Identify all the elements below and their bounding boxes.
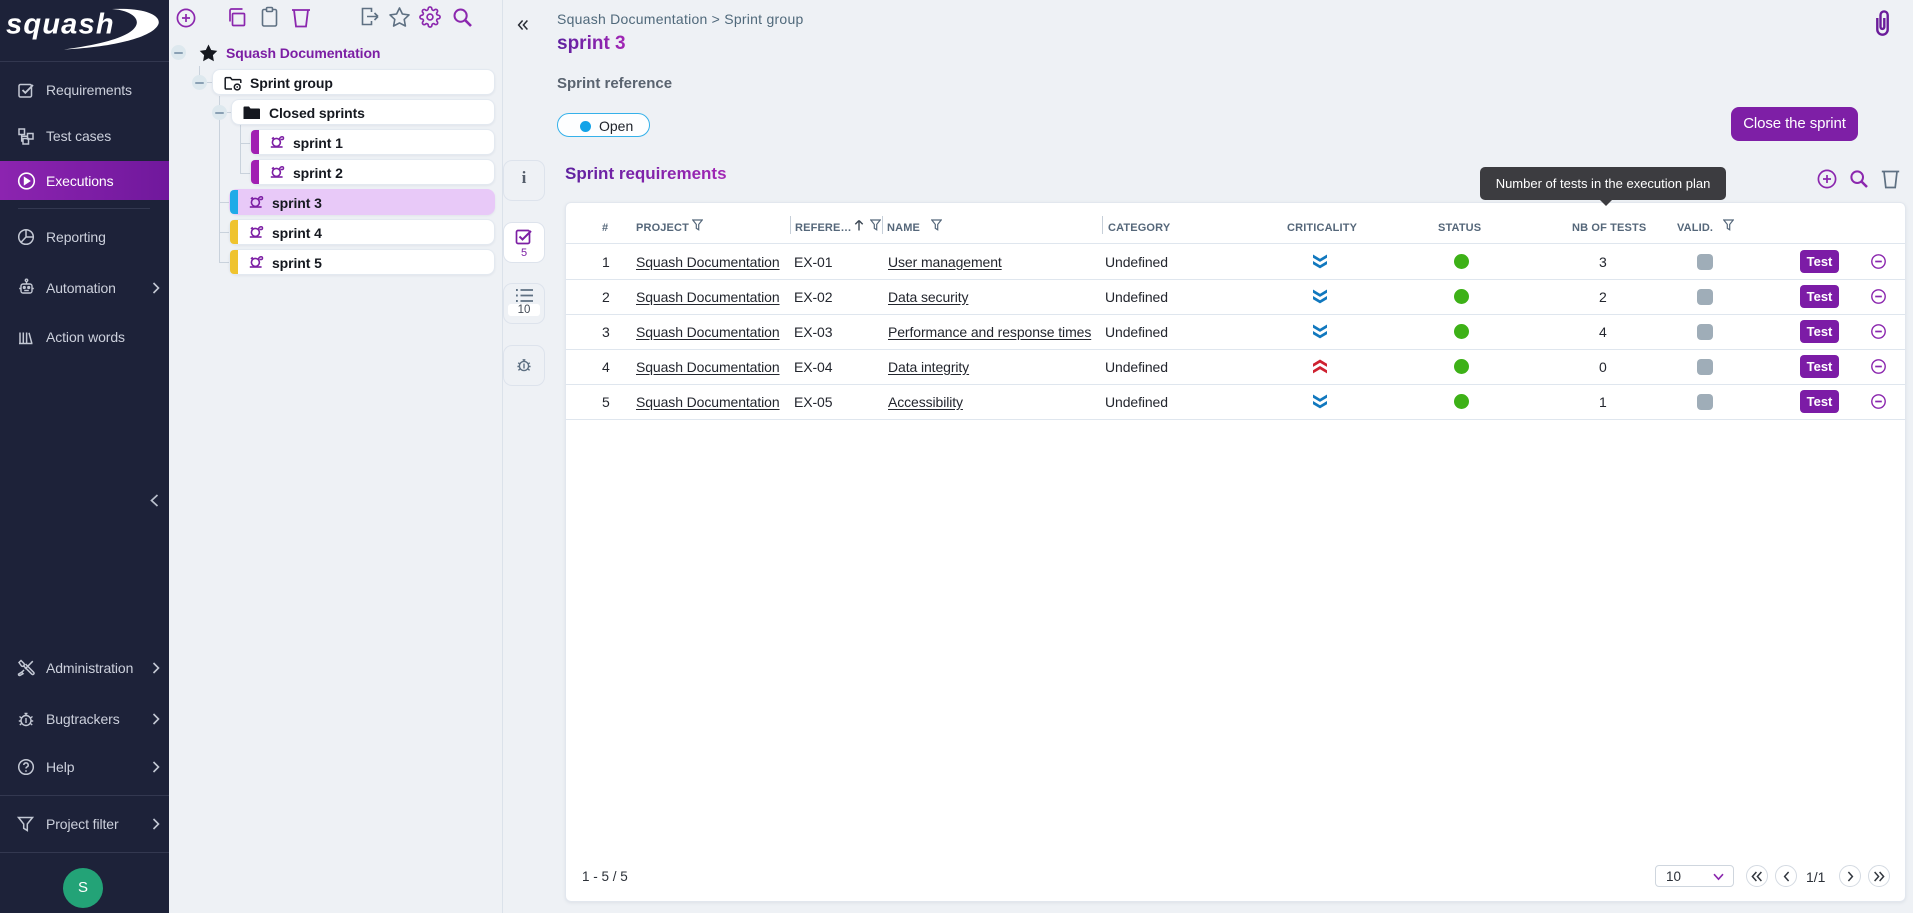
svg-text:squash: squash xyxy=(6,9,115,41)
